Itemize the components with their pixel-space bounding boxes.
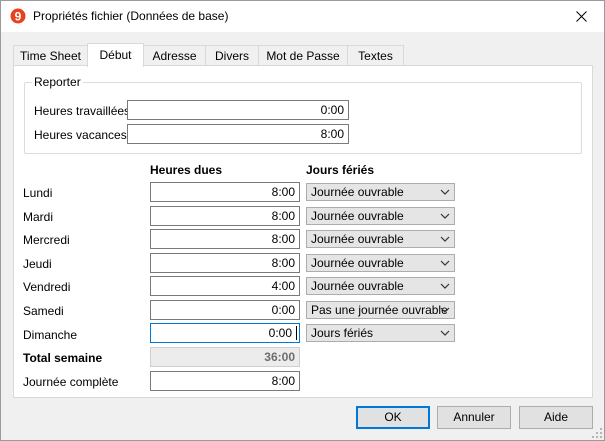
day-label-samedi: Samedi	[23, 304, 64, 318]
full-day-field[interactable]: 8:00	[150, 371, 300, 391]
day-label-mardi: Mardi	[23, 210, 54, 224]
day-type-select-mardi[interactable]: Journée ouvrable	[306, 207, 455, 225]
help-button[interactable]: Aide	[519, 406, 593, 429]
worked-hours-label: Heures travaillées	[34, 104, 131, 118]
day-type-select-samedi[interactable]: Pas une journée ouvrable	[306, 301, 455, 319]
tab-panel-debut: Reporter Heures travaillées 0:00 Heures …	[13, 65, 593, 398]
hours-field-dimanche[interactable]: 0:00	[150, 323, 300, 343]
day-label-dimanche: Dimanche	[23, 328, 78, 342]
close-button[interactable]	[558, 1, 604, 32]
day-type-select-jeudi[interactable]: Journée ouvrable	[306, 254, 455, 272]
tab-divers[interactable]: Divers	[205, 45, 259, 65]
chevron-down-icon	[440, 307, 450, 313]
vacation-hours-label: Heures vacances	[34, 128, 127, 142]
full-day-label: Journée complète	[23, 375, 119, 389]
hours-field-mercredi[interactable]: 8:00	[150, 229, 300, 249]
hours-field-samedi[interactable]: 0:00	[150, 300, 300, 320]
day-type-value-mardi: Journée ouvrable	[311, 209, 404, 223]
reporter-groupbox: Reporter Heures travaillées 0:00 Heures …	[24, 75, 582, 154]
hours-field-jeudi[interactable]: 8:00	[150, 253, 300, 273]
vacation-hours-field[interactable]: 8:00	[127, 124, 349, 144]
reporter-legend: Reporter	[32, 75, 83, 89]
day-type-select-mercredi[interactable]: Journée ouvrable	[306, 230, 455, 248]
total-week-field: 36:00	[150, 347, 300, 367]
day-label-jeudi: Jeudi	[23, 257, 52, 271]
chevron-down-icon	[440, 236, 450, 242]
day-type-select-vendredi[interactable]: Journée ouvrable	[306, 277, 455, 295]
total-week-label: Total semaine	[23, 351, 103, 365]
day-type-select-dimanche[interactable]: Jours fériés	[306, 324, 455, 342]
day-type-value-jeudi: Journée ouvrable	[311, 256, 404, 270]
cancel-button[interactable]: Annuler	[437, 406, 511, 429]
day-label-lundi: Lundi	[23, 186, 53, 200]
hours-due-header: Heures dues	[150, 163, 223, 177]
hours-field-lundi[interactable]: 8:00	[150, 182, 300, 202]
tab-mot-de-passe[interactable]: Mot de Passe	[258, 45, 348, 65]
chevron-down-icon	[440, 213, 450, 219]
day-type-value-samedi: Pas une journée ouvrable	[311, 303, 448, 317]
hours-value-dimanche: 0:00	[268, 326, 292, 340]
properties-dialog: 9 Propriétés fichier (Données de base) T…	[0, 0, 605, 441]
day-label-mercredi: Mercredi	[23, 233, 70, 247]
chevron-down-icon	[440, 283, 450, 289]
text-caret	[296, 326, 297, 340]
title-bar: 9 Propriétés fichier (Données de base)	[1, 1, 604, 32]
hours-field-vendredi[interactable]: 4:00	[150, 276, 300, 296]
ok-button[interactable]: OK	[356, 406, 430, 429]
tab-time-sheet[interactable]: Time Sheet	[13, 45, 88, 65]
tab-textes[interactable]: Textes	[347, 45, 404, 65]
tab-debut[interactable]: Début	[87, 43, 144, 67]
svg-text:9: 9	[15, 10, 22, 24]
day-type-value-dimanche: Jours fériés	[311, 326, 374, 340]
window-title: Propriétés fichier (Données de base)	[33, 9, 229, 23]
close-icon	[575, 11, 587, 22]
holidays-header: Jours fériés	[306, 163, 375, 177]
resize-grip-icon[interactable]	[592, 428, 602, 438]
day-label-vendredi: Vendredi	[23, 280, 71, 294]
chevron-down-icon	[440, 330, 450, 336]
chevron-down-icon	[440, 260, 450, 266]
chevron-down-icon	[440, 189, 450, 195]
day-type-select-lundi[interactable]: Journée ouvrable	[306, 183, 455, 201]
tab-adresse[interactable]: Adresse	[143, 45, 206, 65]
day-type-value-lundi: Journée ouvrable	[311, 185, 404, 199]
day-type-value-mercredi: Journée ouvrable	[311, 232, 404, 246]
day-type-value-vendredi: Journée ouvrable	[311, 279, 404, 293]
worked-hours-field[interactable]: 0:00	[127, 100, 349, 120]
hours-field-mardi[interactable]: 8:00	[150, 206, 300, 226]
app-logo-icon: 9	[10, 8, 26, 24]
